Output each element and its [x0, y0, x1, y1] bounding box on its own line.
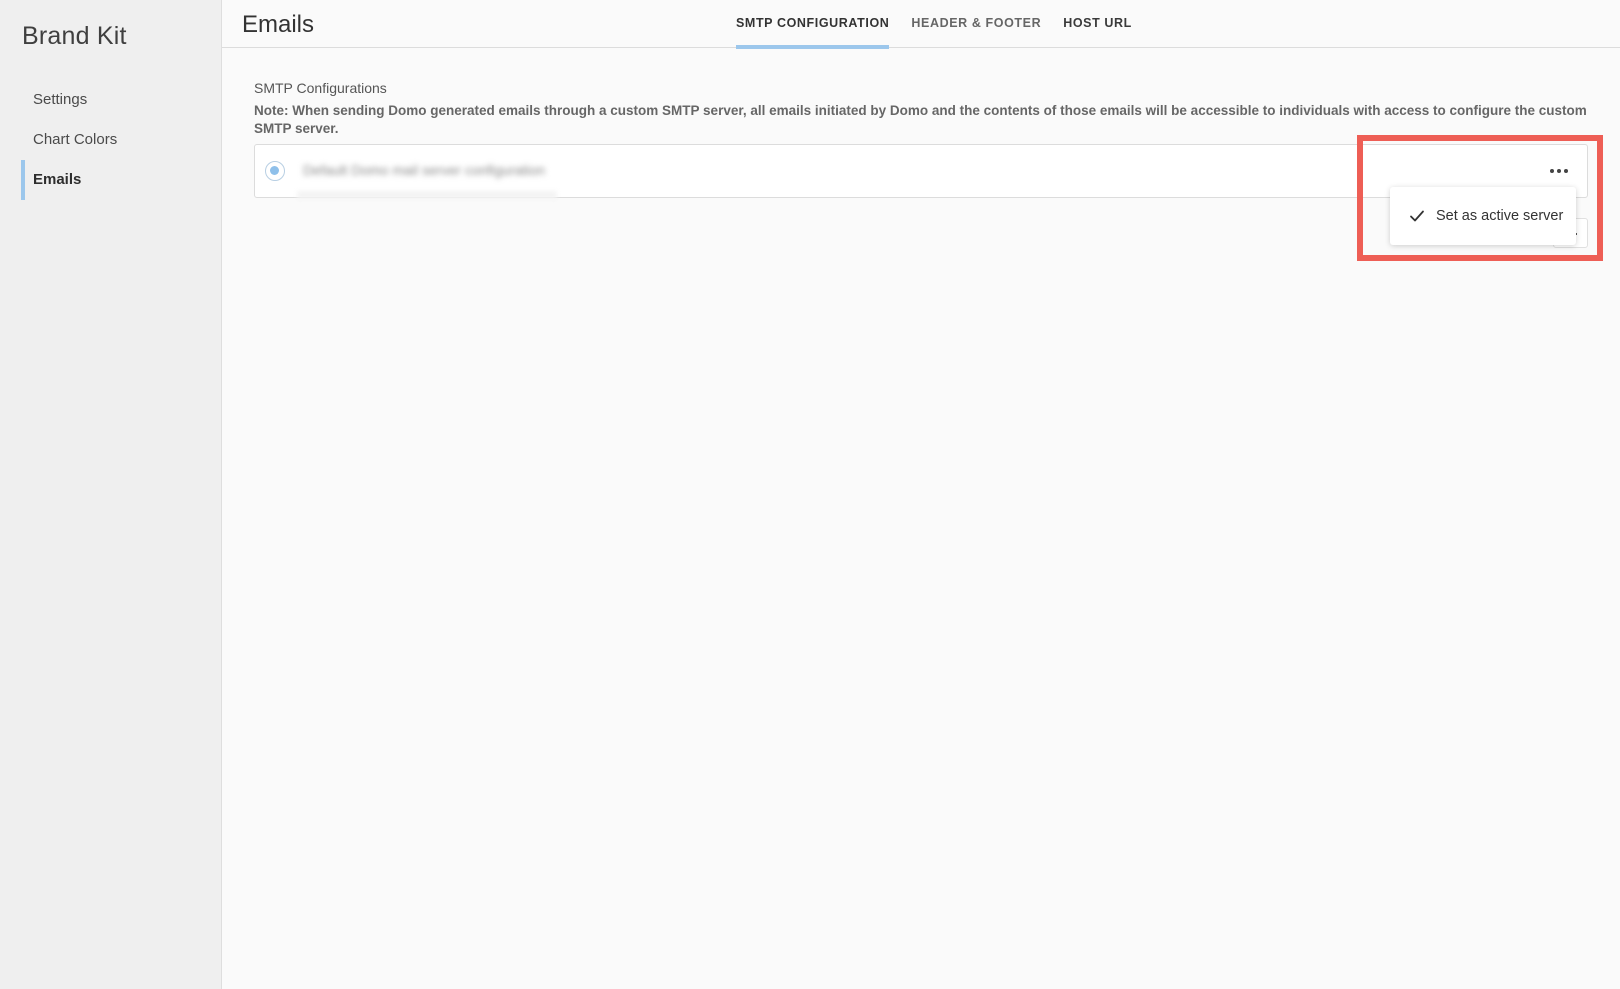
sidebar-nav: Settings Chart Colors Emails [0, 80, 221, 200]
more-options-button[interactable] [1541, 157, 1577, 185]
page-title: Emails [242, 11, 315, 38]
section-title: SMTP Configurations [254, 80, 387, 96]
sidebar-title: Brand Kit [22, 22, 127, 50]
main-content: SMTP Configurations Note: When sending D… [254, 80, 1620, 138]
tab-bar: SMTP CONFIGURATION HEADER & FOOTER HOST … [736, 0, 1154, 49]
config-name: Default Domo mail server configuration [303, 162, 545, 178]
sidebar: Brand Kit Settings Chart Colors Emails [0, 0, 222, 989]
config-radio-button[interactable] [265, 161, 285, 181]
options-dropdown: Set as active server [1390, 187, 1576, 245]
ellipsis-icon [1557, 169, 1561, 173]
tab-smtp-configuration[interactable]: SMTP CONFIGURATION [736, 0, 890, 49]
app-root: Brand Kit Settings Chart Colors Emails E… [0, 0, 1620, 989]
smtp-config-row[interactable]: Default Domo mail server configuration [254, 144, 1588, 199]
tab-host-url[interactable]: HOST URL [1063, 0, 1132, 48]
tab-header-footer[interactable]: HEADER & FOOTER [911, 0, 1041, 48]
set-active-server-label: Set as active server [1436, 208, 1564, 224]
sidebar-item-settings[interactable]: Settings [0, 80, 221, 120]
set-active-server-option[interactable]: Set as active server [1390, 187, 1576, 245]
sidebar-item-chart-colors[interactable]: Chart Colors [0, 120, 221, 160]
ellipsis-icon [1564, 169, 1568, 173]
smtp-note: Note: When sending Domo generated emails… [254, 103, 1587, 136]
ellipsis-icon [1550, 169, 1554, 173]
sidebar-item-emails[interactable]: Emails [0, 160, 221, 200]
config-name-blur [297, 191, 557, 199]
check-icon [1410, 210, 1424, 222]
page-header: Emails SMTP CONFIGURATION HEADER & FOOTE… [222, 0, 1620, 49]
